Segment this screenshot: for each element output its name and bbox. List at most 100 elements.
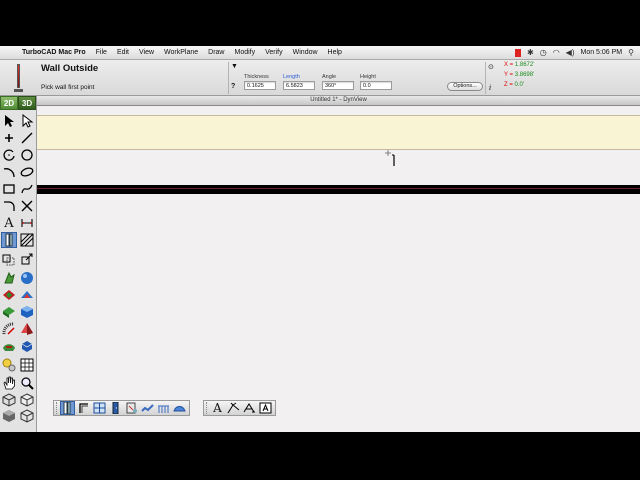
info-icon[interactable]: i bbox=[489, 84, 491, 92]
menu-file[interactable]: File bbox=[91, 49, 112, 56]
circle-center-icon[interactable] bbox=[1, 147, 17, 163]
select-arrow-icon[interactable] bbox=[1, 113, 17, 129]
line-icon[interactable] bbox=[19, 130, 35, 146]
corner-wall-icon[interactable] bbox=[76, 401, 91, 415]
mode-2d-button[interactable]: 2D bbox=[0, 96, 18, 110]
point-icon[interactable] bbox=[1, 130, 17, 146]
transform-icon[interactable] bbox=[1, 251, 17, 267]
bluetooth-icon[interactable]: ✱ bbox=[527, 48, 534, 57]
cube-icon[interactable] bbox=[19, 304, 35, 320]
angle-field-group: Angle 360° bbox=[322, 74, 354, 90]
angle-label: Angle bbox=[322, 74, 337, 80]
text-tool-glyph: A bbox=[4, 215, 14, 231]
dimension-icon[interactable] bbox=[19, 215, 35, 231]
mode-3d-button[interactable]: 3D bbox=[18, 96, 36, 110]
chevron-down-icon[interactable]: ▼ bbox=[231, 63, 238, 70]
menu-bar: TurboCAD Mac Pro File Edit View WorkPlan… bbox=[0, 46, 640, 60]
coord-z-value: 0.0' bbox=[514, 82, 525, 88]
opening-icon[interactable] bbox=[124, 401, 139, 415]
ellipse-icon[interactable] bbox=[19, 164, 35, 180]
sphere-icon[interactable] bbox=[19, 270, 35, 286]
cursor-crosshair-icon bbox=[385, 150, 395, 166]
text-icon[interactable]: A bbox=[1, 215, 17, 231]
spotlight-icon[interactable]: ⚲ bbox=[628, 48, 634, 57]
coord-y-value: 3.8698' bbox=[514, 72, 535, 78]
text-box-icon[interactable] bbox=[258, 401, 273, 415]
drawing-canvas[interactable] bbox=[37, 107, 640, 432]
angle-input[interactable]: 360° bbox=[322, 81, 354, 90]
input-source-icon[interactable] bbox=[515, 48, 521, 57]
thickness-input[interactable]: 0.1625 bbox=[244, 81, 276, 90]
select-node-icon[interactable] bbox=[19, 113, 35, 129]
wedge-icon[interactable] bbox=[19, 287, 35, 303]
menu-help[interactable]: Help bbox=[323, 49, 347, 56]
coord-y-label: Y = bbox=[504, 72, 514, 78]
pan-hand-icon[interactable] bbox=[1, 375, 17, 391]
menu-edit[interactable]: Edit bbox=[112, 49, 134, 56]
menu-verify[interactable]: Verify bbox=[260, 49, 288, 56]
stair-icon[interactable] bbox=[140, 401, 155, 415]
circle-icon[interactable] bbox=[19, 147, 35, 163]
arc-icon[interactable] bbox=[1, 164, 17, 180]
scale-icon[interactable] bbox=[19, 251, 35, 267]
document-title[interactable]: Untitled 1* - DynView bbox=[37, 96, 640, 106]
mesh-icon[interactable] bbox=[1, 338, 17, 354]
trim-icon[interactable] bbox=[19, 198, 35, 214]
tool-title: Wall Outside bbox=[41, 63, 99, 74]
palette-grip[interactable] bbox=[56, 402, 59, 414]
wall-preview bbox=[37, 115, 640, 150]
view-iso-icon[interactable] bbox=[1, 392, 17, 408]
wifi-icon[interactable]: ◠ bbox=[553, 48, 560, 57]
menu-window[interactable]: Window bbox=[288, 49, 323, 56]
door-icon[interactable] bbox=[108, 401, 123, 415]
menu-workplane[interactable]: WorkPlane bbox=[159, 49, 203, 56]
grid-table-icon[interactable] bbox=[19, 357, 35, 373]
wall-segment[interactable] bbox=[37, 185, 640, 194]
menu-modify[interactable]: Modify bbox=[230, 49, 261, 56]
window-icon[interactable] bbox=[92, 401, 107, 415]
wall-tool-icon bbox=[14, 64, 23, 92]
rectangle-icon[interactable] bbox=[1, 181, 17, 197]
wall-palette-button[interactable] bbox=[60, 401, 75, 415]
view-iso-alt-icon[interactable] bbox=[19, 392, 35, 408]
text-palette-icon[interactable]: A bbox=[210, 401, 225, 415]
multiline-text-icon[interactable] bbox=[242, 401, 257, 415]
thickness-label: Thickness bbox=[244, 74, 269, 80]
text-palette-glyph: A bbox=[213, 401, 222, 415]
box-3d-icon[interactable] bbox=[19, 338, 35, 354]
annotation-palette: A bbox=[203, 400, 276, 416]
help-icon[interactable]: ? bbox=[231, 83, 235, 90]
hatch-icon[interactable] bbox=[19, 232, 35, 248]
pyramid-icon[interactable] bbox=[19, 321, 35, 337]
time-machine-icon[interactable]: ◷ bbox=[540, 48, 547, 57]
roof-icon[interactable] bbox=[172, 401, 187, 415]
volume-icon[interactable]: ◀) bbox=[566, 48, 575, 57]
leader-icon[interactable] bbox=[226, 401, 241, 415]
menu-draw[interactable]: Draw bbox=[203, 49, 229, 56]
architecture-palette bbox=[53, 400, 190, 416]
length-input[interactable]: 6.5823 bbox=[283, 81, 315, 90]
menu-app-name[interactable]: TurboCAD Mac Pro bbox=[18, 49, 91, 56]
wireframe-cube-icon[interactable] bbox=[19, 408, 35, 424]
render-cube-icon[interactable] bbox=[1, 408, 17, 424]
palette-grip[interactable] bbox=[206, 402, 209, 414]
menu-view[interactable]: View bbox=[134, 49, 159, 56]
wall-tool-button[interactable] bbox=[1, 232, 17, 248]
length-field-group: Length 6.5823 bbox=[283, 74, 315, 90]
coord-z-label: Z = bbox=[504, 82, 513, 88]
tool-palette: 2D 3D A bbox=[0, 96, 37, 432]
options-button[interactable]: Options... bbox=[447, 82, 483, 91]
loft-icon[interactable] bbox=[1, 304, 17, 320]
divider bbox=[228, 62, 229, 94]
extrude-icon[interactable] bbox=[1, 270, 17, 286]
railing-icon[interactable] bbox=[156, 401, 171, 415]
zoom-icon[interactable] bbox=[19, 375, 35, 391]
boolean-icon[interactable] bbox=[1, 287, 17, 303]
menu-clock[interactable]: Mon 5:06 PM bbox=[581, 49, 623, 56]
lights-icon[interactable] bbox=[1, 357, 17, 373]
coordinate-origin-icon[interactable]: ⊙ bbox=[488, 63, 494, 71]
fillet-icon[interactable] bbox=[1, 198, 17, 214]
height-input[interactable]: 0.0 bbox=[360, 81, 392, 90]
spline-icon[interactable] bbox=[19, 181, 35, 197]
revolve-icon[interactable] bbox=[1, 321, 17, 337]
